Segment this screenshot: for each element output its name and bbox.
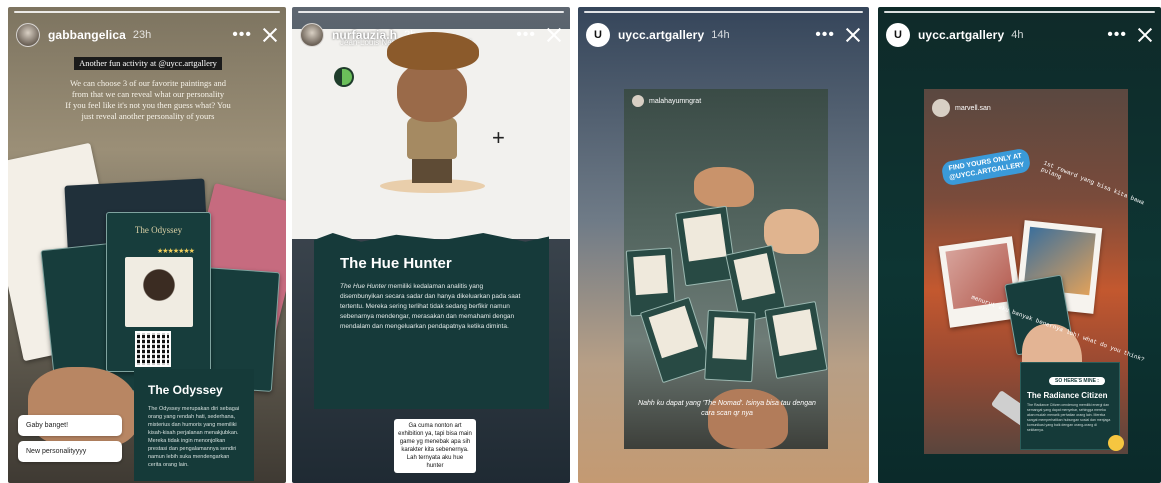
story-header: U uycc.artgallery 4h •••	[886, 21, 1153, 49]
more-icon[interactable]: •••	[1107, 27, 1127, 43]
repost-username: malahayumngrat	[649, 97, 702, 105]
info-card: The Odyssey The Odyssey merupakan diri s…	[134, 369, 254, 481]
info-card: The Hue Hunter The Hue Hunter memiliki k…	[314, 233, 549, 409]
plus-icon: +	[492, 125, 505, 150]
caption-line: from that we can reveal what our persona…	[71, 89, 225, 99]
story-panel-4[interactable]: U uycc.artgallery 4h ••• marvell.san FIN…	[878, 7, 1161, 483]
mine-pill: SO HERE'S MINE :	[1049, 377, 1105, 385]
qr-code	[135, 331, 171, 367]
username[interactable]: uycc.artgallery	[918, 28, 1004, 42]
info-text: The Hue Hunter memiliki kedalaman analit…	[340, 282, 523, 332]
poll-option-2[interactable]: New personalityyyy	[18, 441, 122, 462]
avatar[interactable]: U	[886, 23, 910, 47]
card-title: The Odyssey	[134, 225, 183, 235]
info-text-italic: The Hue Hunter	[340, 283, 387, 290]
info-text: The Radiance Citizen cenderung memiliki …	[1027, 403, 1111, 432]
illustration	[407, 117, 457, 159]
progress-bar	[884, 11, 1155, 13]
post-time: 4h	[1011, 29, 1024, 41]
caption-highlight: Another fun activity at @uycc.artgallery	[74, 57, 222, 70]
info-title: The Hue Hunter	[340, 255, 452, 272]
close-icon[interactable]	[546, 27, 562, 43]
personality-card	[639, 296, 713, 384]
avatar[interactable]: U	[586, 23, 610, 47]
close-icon[interactable]	[845, 27, 861, 43]
story-panel-1[interactable]: gabbangelica 23h ••• Another fun activit…	[8, 7, 286, 483]
username[interactable]: uycc.artgallery	[618, 28, 704, 42]
info-title: The Radiance Citizen	[1027, 391, 1108, 400]
text-sticker: Ga cuma nonton art exhibition ya, tapi b…	[394, 419, 476, 473]
personality-card-odyssey: The Odyssey ★★★★★★★	[106, 212, 211, 372]
progress-bar	[298, 11, 564, 13]
story-caption: Nahh ku dapat yang 'The Nomad'. Isinya b…	[638, 400, 816, 417]
hand	[708, 389, 788, 449]
hand	[694, 167, 754, 207]
more-icon[interactable]: •••	[516, 27, 536, 43]
story-header: U uycc.artgallery 14h •••	[586, 21, 861, 49]
avatar	[932, 99, 950, 117]
repost-user[interactable]: malahayumngrat	[632, 95, 701, 107]
story-caption: Another fun activity at @uycc.artgallery…	[38, 57, 258, 122]
poll-option-1[interactable]: Gaby banget!	[18, 415, 122, 436]
story-panel-3[interactable]: U uycc.artgallery 14h ••• malahayumngrat…	[578, 7, 869, 483]
personality-card	[675, 205, 737, 287]
illustration	[397, 62, 467, 122]
personality-card	[764, 301, 828, 379]
close-icon[interactable]	[262, 27, 278, 43]
info-text-body: memiliki kedalaman analitis yang disembu…	[340, 283, 521, 330]
avatar	[632, 95, 644, 107]
explorer-hat-illustration	[387, 32, 479, 70]
smiley-emoji-icon	[1108, 435, 1124, 451]
info-title: The Odyssey	[148, 383, 223, 397]
more-icon[interactable]: •••	[815, 27, 835, 43]
username[interactable]: gabbangelica	[48, 28, 126, 42]
avatar[interactable]	[300, 23, 324, 47]
caption-line: We can choose 3 of our favorite painting…	[69, 78, 227, 88]
brand-logo-icon	[334, 67, 354, 87]
post-time: 14h	[711, 29, 730, 41]
close-icon[interactable]	[1137, 27, 1153, 43]
caption-line: just reveal another personality of yours	[81, 111, 215, 121]
story-header: gabbangelica 23h •••	[16, 21, 278, 49]
progress-bar	[14, 11, 280, 13]
repost-username: marvell.san	[955, 104, 991, 112]
star-rating: ★★★★★★★	[157, 248, 195, 255]
info-text: The Odyssey merupakan diri sebagai orang…	[148, 406, 240, 468]
info-card: SO HERE'S MINE : The Radiance Citizen Th…	[1020, 362, 1120, 450]
caption-line: If you feel like it's not you then guess…	[65, 100, 231, 110]
story-panel-2[interactable]: nurfauzia.h 2h Jean-Louis Negroni Masque…	[292, 7, 570, 483]
portrait-illustration	[125, 257, 193, 327]
post-time: 23h	[132, 29, 152, 41]
repost-user[interactable]: marvell.san	[932, 99, 991, 117]
reposted-photo[interactable]	[624, 89, 828, 449]
progress-bar	[584, 11, 863, 13]
more-icon[interactable]: •••	[232, 27, 252, 43]
illustration	[412, 157, 452, 183]
avatar[interactable]	[16, 23, 40, 47]
personality-card	[704, 309, 756, 383]
